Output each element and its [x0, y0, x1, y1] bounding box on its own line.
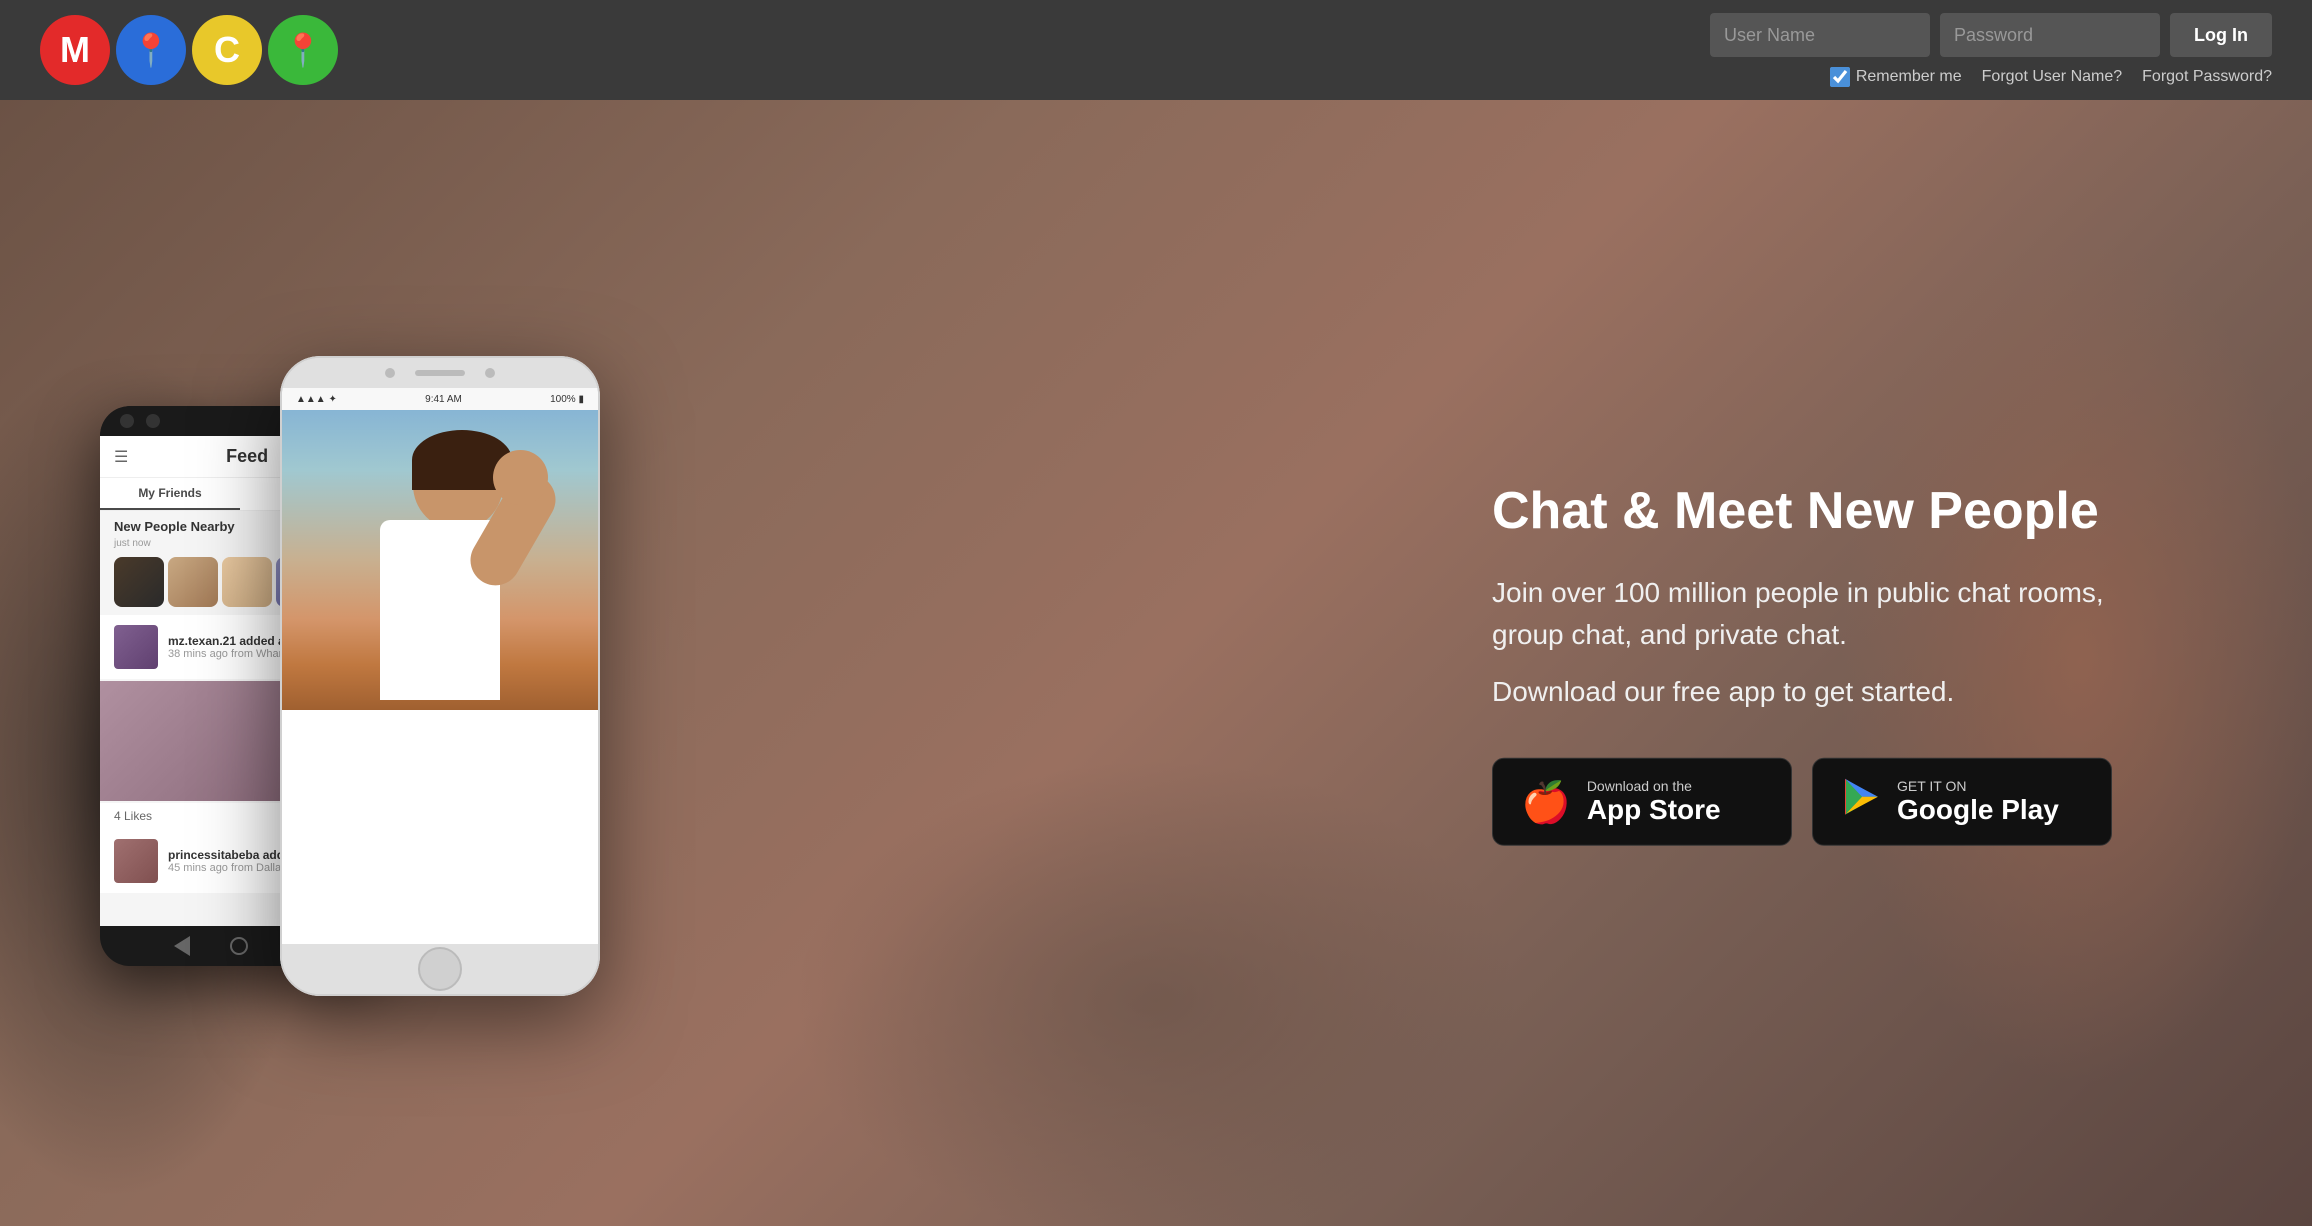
header-links: Remember me Forgot User Name? Forgot Pas… [1830, 67, 2272, 87]
logo-c: C [192, 15, 262, 85]
hero-title: Chat & Meet New People [1492, 480, 2112, 542]
hero-content: Chat & Meet New People Join over 100 mil… [1492, 480, 2112, 846]
android-speaker [146, 414, 160, 428]
avatar-2 [168, 557, 218, 607]
googleplay-text: GET IT ON Google Play [1897, 778, 2059, 826]
status-signal: ▲▲▲ ✦ [296, 394, 337, 405]
googleplay-icon [1841, 777, 1881, 827]
feed-avatar-1 [114, 625, 158, 669]
store-buttons: 🍎 Download on the App Store [1492, 758, 2112, 846]
iphone-speaker [415, 370, 465, 376]
status-battery: 100% ▮ [550, 394, 584, 405]
header-inputs: Log In [1710, 13, 2272, 57]
iphone: ▲▲▲ ✦ 9:41 AM 100% ▮ [280, 356, 600, 996]
appstore-text: Download on the App Store [1587, 778, 1721, 826]
remember-me-text: Remember me [1856, 68, 1962, 86]
iphone-photo [282, 410, 598, 710]
hero-section: ☰ Feed My Friends Near Me New People Nea… [0, 100, 2312, 1226]
logo-m: M [40, 15, 110, 85]
home-button[interactable] [230, 937, 248, 955]
app-section-subtitle: just now [114, 538, 151, 549]
header-right: Log In Remember me Forgot User Name? For… [1710, 13, 2272, 87]
iphone-screen: ▲▲▲ ✦ 9:41 AM 100% ▮ [282, 388, 598, 944]
logo-o1: 📍 [116, 15, 186, 85]
appstore-sub: Download on the [1587, 778, 1721, 792]
iphone-top-bar [282, 358, 598, 388]
iphone-home-button[interactable] [418, 947, 462, 991]
hamburger-icon: ☰ [114, 447, 128, 467]
appstore-button[interactable]: 🍎 Download on the App Store [1492, 758, 1792, 846]
hero-cta: Download our free app to get started. [1492, 676, 2112, 708]
appstore-main: App Store [1587, 792, 1721, 826]
avatar-1 [114, 557, 164, 607]
login-button[interactable]: Log In [2170, 13, 2272, 57]
feed-avatar-2 [114, 839, 158, 883]
iphone-bottom-bar [282, 944, 598, 994]
phones-area: ☰ Feed My Friends Near Me New People Nea… [80, 326, 780, 1226]
iphone-camera [385, 368, 395, 378]
status-time: 9:41 AM [425, 394, 462, 405]
app-feed-title: Feed [226, 446, 268, 467]
logo-o2: 📍 [268, 15, 338, 85]
remember-me-checkbox[interactable] [1830, 67, 1850, 87]
hero-description: Join over 100 million people in public c… [1492, 572, 2112, 656]
apple-icon: 🍎 [1521, 779, 1571, 826]
forgot-password-link[interactable]: Forgot Password? [2142, 68, 2272, 86]
back-button[interactable] [174, 936, 190, 956]
password-input[interactable] [1940, 13, 2160, 57]
googleplay-sub: GET IT ON [1897, 778, 2059, 792]
iphone-status-bar: ▲▲▲ ✦ 9:41 AM 100% ▮ [282, 388, 598, 410]
iphone-camera-2 [485, 368, 495, 378]
googleplay-button[interactable]: GET IT ON Google Play [1812, 758, 2112, 846]
googleplay-main: Google Play [1897, 792, 2059, 826]
header: M 📍 C 📍 Log In Remember me Forgot User N… [0, 0, 2312, 100]
username-input[interactable] [1710, 13, 1930, 57]
avatar-3 [222, 557, 272, 607]
forgot-username-link[interactable]: Forgot User Name? [1982, 68, 2123, 86]
remember-me-label[interactable]: Remember me [1830, 67, 1962, 87]
tab-my-friends[interactable]: My Friends [100, 478, 240, 510]
logo: M 📍 C 📍 [40, 15, 338, 85]
android-camera [120, 414, 134, 428]
